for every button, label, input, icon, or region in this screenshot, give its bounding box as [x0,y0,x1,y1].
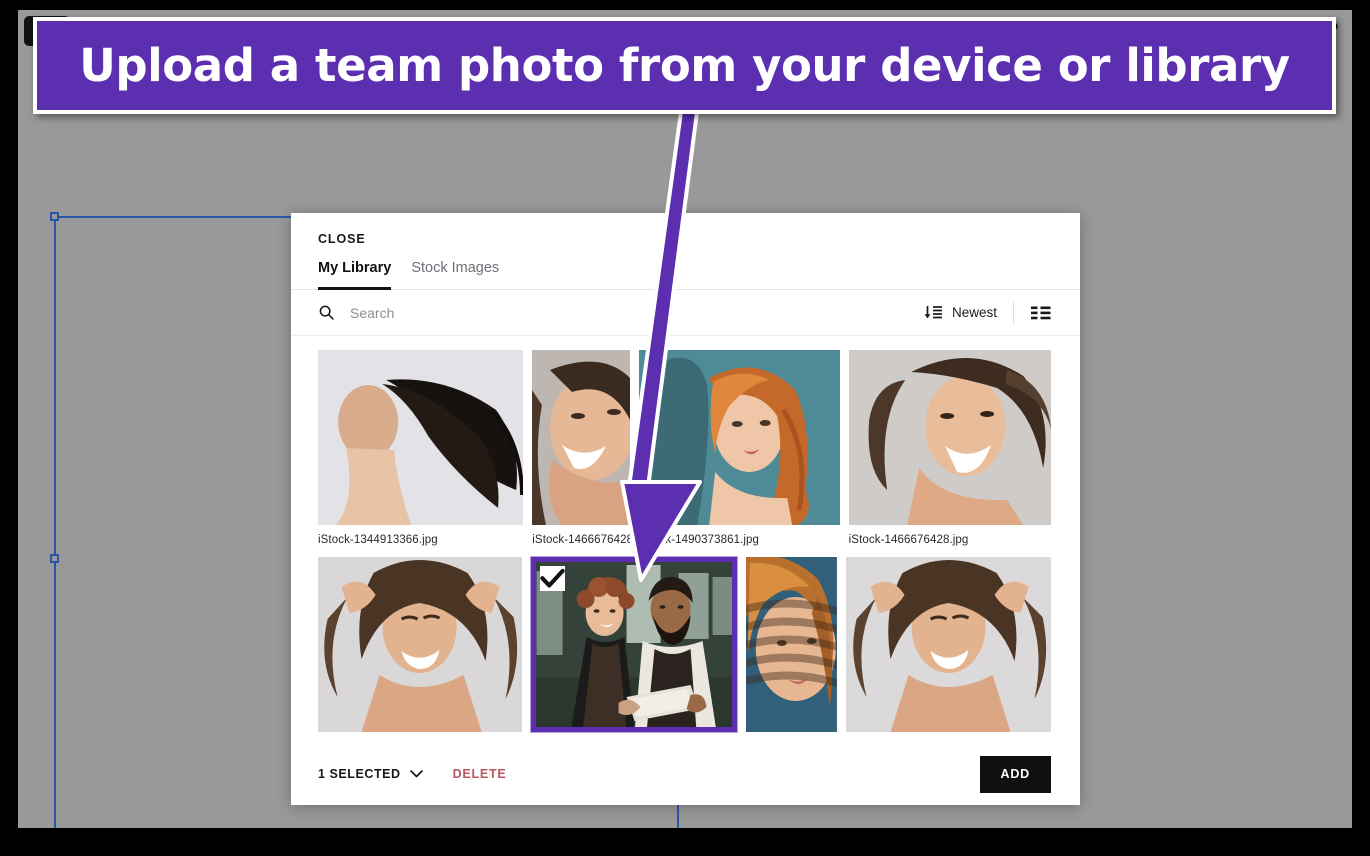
grid-view-icon [1031,306,1051,319]
media-thumbnail[interactable] [318,557,523,732]
search-row: Newest [291,290,1080,336]
media-item[interactable]: iStock-1490373861.jpg [639,350,840,546]
media-item[interactable] [746,557,837,732]
close-button[interactable]: CLOSE [291,213,378,246]
instruction-banner: Upload a team photo from your device or … [33,17,1336,114]
media-filename: iStock-1344913366.jpg [318,534,438,546]
media-thumbnail[interactable] [318,350,524,525]
sort-descending-icon [924,305,942,318]
selected-checkbox[interactable] [540,566,566,591]
woman-dark-hair-profile-image [318,350,524,525]
media-filename: iStock-1490373861.jpg [639,534,760,546]
media-thumbnail[interactable] [531,557,738,732]
media-thumbnail[interactable] [532,350,631,525]
media-item[interactable]: iStock-1466676428.jpg [848,350,1051,546]
media-item[interactable] [318,557,523,732]
sort-control[interactable]: Newest [924,301,1014,324]
media-row: iStock-1344913366.jpg iStock-1466676428 … [318,350,1051,546]
media-thumbnail[interactable] [848,350,1051,525]
woman-shadow-stripes-image [746,557,837,732]
tab-my-library[interactable]: My Library [318,260,392,290]
media-thumbnail[interactable] [746,557,837,732]
media-thumbnail[interactable] [639,350,840,525]
sort-label: Newest [951,305,997,320]
woman-hands-in-hair-2-image [845,557,1051,732]
instruction-text: Upload a team photo from your device or … [79,39,1290,92]
woman-laughing-wind-image [848,350,1051,525]
dialog-footer: 1 SELECTED DELETE ADD [291,743,1080,805]
media-picker-dialog: CLOSE My Library Stock Images Newest [291,213,1080,805]
media-thumbnail[interactable] [845,557,1051,732]
checkmark-icon [540,568,565,588]
media-item[interactable] [845,557,1051,732]
search-input[interactable] [348,303,924,322]
add-button[interactable]: ADD [979,755,1051,793]
search-icon [319,305,334,320]
media-item[interactable]: iStock-1466676428.jpg [532,350,631,546]
selection-handle-middle-left[interactable] [50,554,59,563]
media-row [318,557,1051,732]
delete-button[interactable]: DELETE [453,767,507,781]
media-filename: iStock-1466676428.jpg [532,534,631,546]
media-grid: iStock-1344913366.jpg iStock-1466676428 … [291,336,1080,743]
selection-frame-left [54,216,56,828]
view-toggle-button[interactable] [1014,306,1051,320]
selection-handle-top-left[interactable] [50,212,59,221]
woman-hands-in-hair-image [318,557,523,732]
tab-stock-images[interactable]: Stock Images [411,260,499,290]
media-item-selected[interactable] [531,557,738,732]
chevron-down-icon [409,770,423,778]
woman-red-hair-teal-image [639,350,840,525]
woman-laughing-crop-image [532,350,631,525]
media-filename: iStock-1466676428.jpg [848,534,969,546]
dialog-tabs: My Library Stock Images [291,246,1080,290]
selected-count-dropdown[interactable]: 1 SELECTED [318,767,423,781]
selected-count-label: 1 SELECTED [318,767,401,781]
media-item[interactable]: iStock-1344913366.jpg [318,350,524,546]
